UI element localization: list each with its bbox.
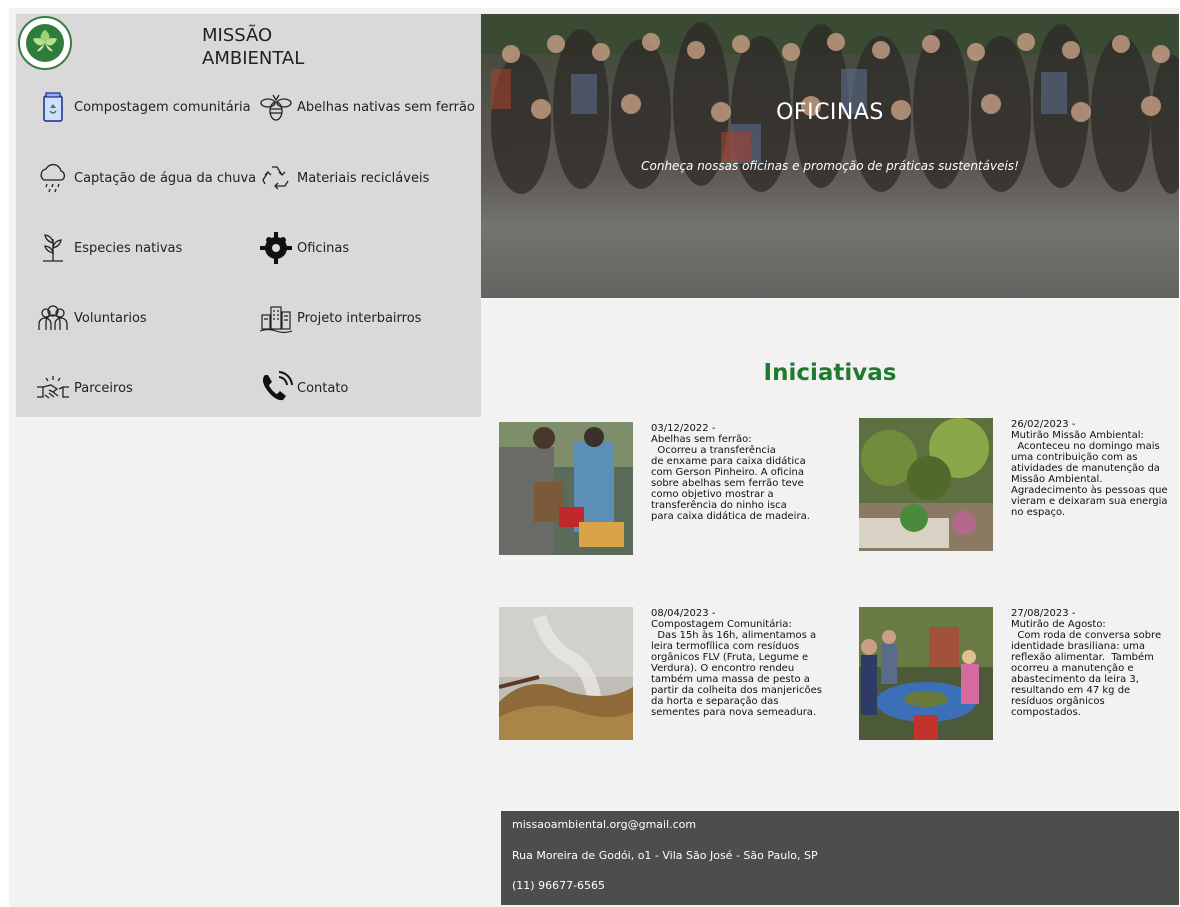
sidebar-menu: MISSÃO AMBIENTAL Compostagem comunitária… [16,14,481,417]
menu-label: Projeto interbairros [297,310,422,326]
initiative-body: Das 15h às 16h, alimentamos a leira term… [651,630,822,718]
initiative-text: 03/12/2022 - Abelhas sem ferrão: Ocorreu… [651,423,831,522]
initiative-heading: Abelhas sem ferrão: [651,434,752,445]
menu-item-voluntarios[interactable]: Voluntarios [33,298,147,338]
menu-label: Voluntarios [74,310,147,326]
menu-label: Abelhas nativas sem ferrão [297,99,475,115]
menu-item-materiais[interactable]: Materiais recicláveis [256,158,429,198]
initiative-heading: Mutirão Missão Ambiental: [1011,430,1144,441]
initiative-heading: Mutirão de Agosto: [1011,619,1106,630]
volunteers-icon [33,298,73,338]
handshake-icon [33,368,73,408]
brand-name: MISSÃO AMBIENTAL [202,24,352,70]
rain-cloud-icon [33,158,73,198]
footer-email[interactable]: missaoambiental.org@gmail.com [512,818,696,831]
initiative-date: 26/02/2023 - [1011,419,1076,430]
hero-title: OFICINAS [776,100,884,125]
menu-label: Contato [297,380,349,396]
menu-label: Captação de água da chuva [74,170,257,186]
initiative-photo-compost [499,607,633,740]
initiative-photo-mutirao [859,607,993,740]
footer: missaoambiental.org@gmail.com Rua Moreir… [501,811,1179,905]
initiative-photo-garden [859,418,993,551]
city-icon [256,298,296,338]
menu-item-abelhas[interactable]: Abelhas nativas sem ferrão [256,87,475,127]
initiative-heading: Compostagem Comunitária: [651,619,792,630]
hero-subtitle: Conheça nossas oficinas e promoção de pr… [641,159,1019,173]
initiative-date: 08/04/2023 - [651,608,716,619]
initiative-date: 27/08/2023 - [1011,608,1076,619]
menu-label: Compostagem comunitária [74,99,251,115]
menu-item-captacao[interactable]: Captação de água da chuva [33,158,256,198]
initiative-text: 27/08/2023 - Mutirão de Agosto: Com roda… [1011,608,1180,718]
menu-item-especies[interactable]: Especies nativas [33,228,182,268]
brand-line-1: MISSÃO [202,25,273,46]
initiative-card: 27/08/2023 - Mutirão de Agosto: Com roda… [859,602,1180,742]
compost-bin-icon [33,87,73,127]
initiative-card: 26/02/2023 - Mutirão Missão Ambiental: A… [859,413,1180,553]
menu-label: Oficinas [297,240,350,256]
footer-address: Rua Moreira de Godói, o1 - Vila São José… [512,849,818,862]
initiative-body: Aconteceu no domingo mais uma contribuiç… [1011,441,1168,518]
recycle-icon [256,158,296,198]
footer-phone[interactable]: (11) 96677-6565 [512,879,605,892]
menu-label: Especies nativas [74,240,183,256]
menu-label: Materiais recicláveis [297,170,430,186]
hero-banner: OFICINAS Conheça nossas oficinas e promo… [481,14,1179,298]
initiative-date: 03/12/2022 - [651,423,716,434]
menu-item-oficinas[interactable]: Oficinas [256,228,349,268]
menu-item-compostagem[interactable]: Compostagem comunitária [33,87,251,127]
brand-line-2: AMBIENTAL [202,48,305,69]
bee-icon [256,87,296,127]
menu-item-projeto[interactable]: Projeto interbairros [256,298,421,338]
leaf-logo-icon [26,24,64,62]
initiative-text: 26/02/2023 - Mutirão Missão Ambiental: A… [1011,419,1180,518]
plant-icon [33,228,73,268]
initiative-photo-bees [499,422,633,555]
menu-label: Parceiros [74,380,133,396]
workshop-gear-people-icon [256,228,296,268]
initiative-card: 03/12/2022 - Abelhas sem ferrão: Ocorreu… [499,417,829,557]
initiative-body: Ocorreu a transferência de enxame para c… [651,445,810,522]
initiative-card: 08/04/2023 - Compostagem Comunitária: Da… [499,602,829,742]
section-title-iniciativas: Iniciativas [763,360,897,386]
menu-item-contato[interactable]: Contato [256,368,348,408]
phone-icon [256,368,296,408]
menu-item-parceiros[interactable]: Parceiros [33,368,133,408]
initiative-body: Com roda de conversa sobre identidade br… [1011,630,1162,718]
logo[interactable] [18,16,72,70]
initiative-text: 08/04/2023 - Compostagem Comunitária: Da… [651,608,831,718]
